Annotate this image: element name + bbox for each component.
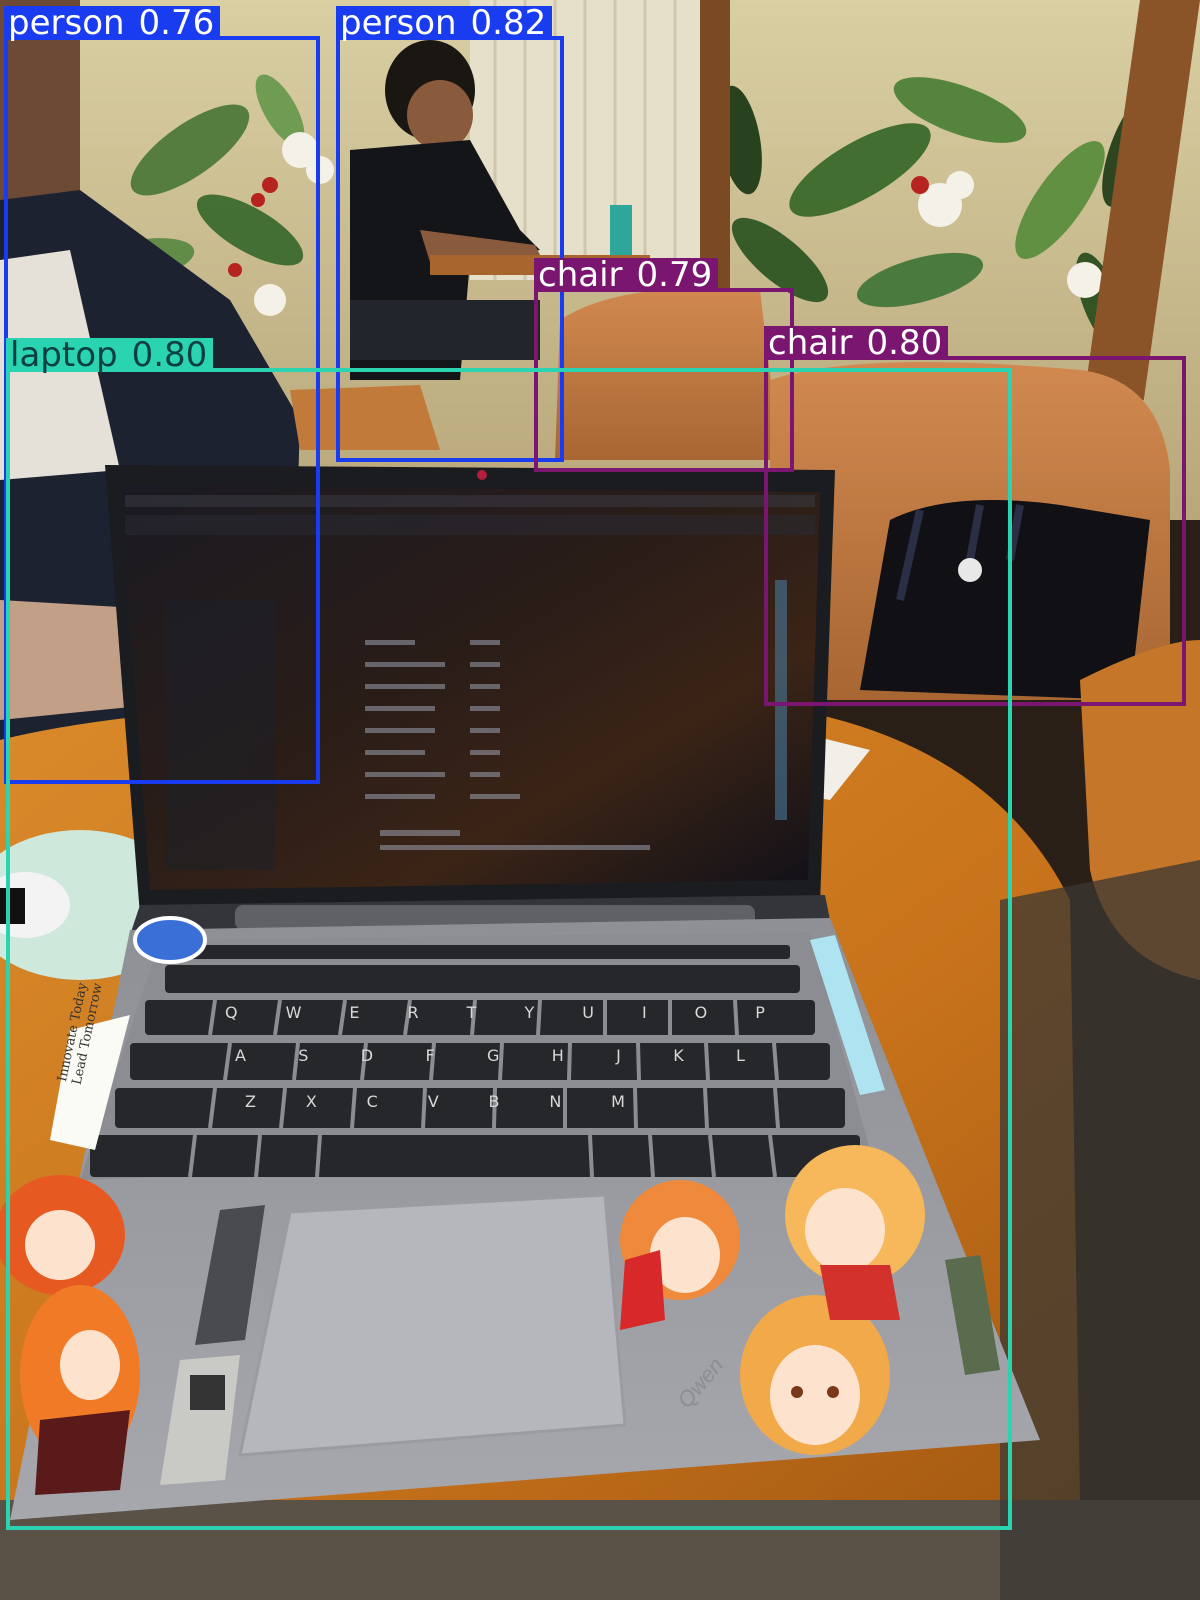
detection-class: person — [340, 3, 457, 43]
detection-class: laptop — [10, 335, 118, 375]
detection-label: person 0.76 — [4, 3, 221, 43]
detection-overlay: person 0.76 person 0.82 chair 0.79 chair 0.8… — [0, 0, 1200, 1600]
detection-label: laptop 0.80 — [6, 335, 214, 375]
detection-label: person 0.82 — [336, 3, 553, 43]
detection-class: person — [8, 3, 125, 43]
detection-class: chair — [768, 323, 853, 363]
detection-score: 0.76 — [138, 3, 215, 43]
detection-score: 0.80 — [866, 323, 943, 363]
detection-class: chair — [538, 255, 623, 295]
detection-label: chair 0.80 — [764, 323, 949, 363]
detection-laptop: laptop 0.80 — [6, 338, 1012, 1530]
detection-label: chair 0.79 — [534, 255, 719, 295]
detection-score: 0.82 — [470, 3, 547, 43]
detection-score: 0.79 — [636, 255, 713, 295]
detection-score: 0.80 — [131, 335, 208, 375]
